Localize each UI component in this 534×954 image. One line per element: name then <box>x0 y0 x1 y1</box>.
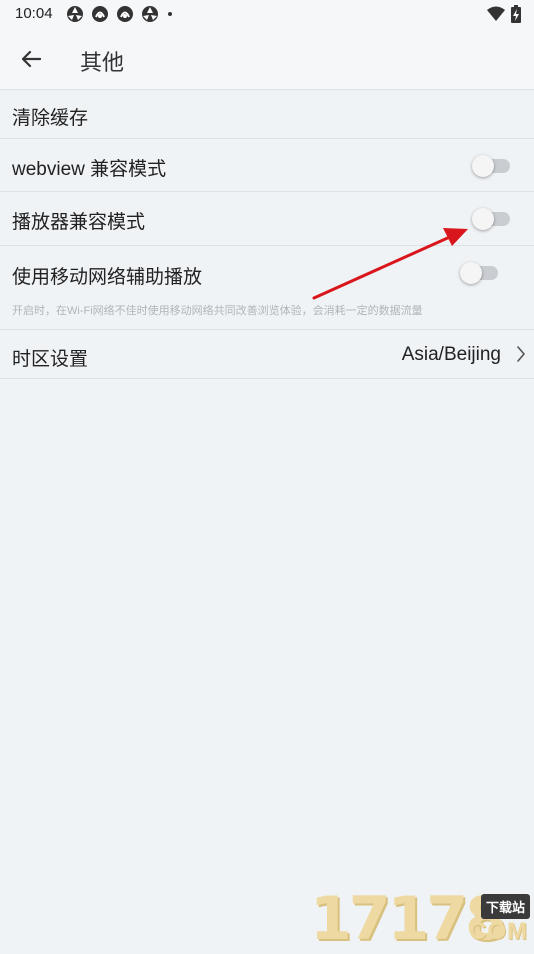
mobile-assist-description: 开启时，在Wi-Fi网络不佳时使用移动网络共同改善浏览体验，会消耗一定的数据流量 <box>12 305 423 317</box>
status-time: 10:04 <box>15 5 53 22</box>
player-compat-label: 播放器兼容模式 <box>12 212 146 233</box>
arrow-left-icon <box>21 50 41 68</box>
clear-cache-item[interactable]: 清除缓存 <box>0 90 534 139</box>
timezone-label: 时区设置 <box>12 349 89 370</box>
watermark-suffix: COM <box>469 918 528 945</box>
status-right <box>487 5 521 23</box>
wifi-icon <box>487 6 505 21</box>
mobile-assist-toggle[interactable] <box>460 262 498 284</box>
settings-list: 清除缓存 webview 兼容模式 播放器兼容模式 使用移动网络辅助播放 开启时… <box>0 90 534 379</box>
mobile-assist-label: 使用移动网络辅助播放 <box>12 267 203 288</box>
webview-compat-item: webview 兼容模式 <box>0 139 534 192</box>
player-compat-item: 播放器兼容模式 <box>0 192 534 246</box>
webview-compat-toggle[interactable] <box>472 155 510 177</box>
timezone-item[interactable]: 时区设置 Asia/Beijing <box>0 330 534 379</box>
mobile-assist-item: 使用移动网络辅助播放 开启时，在Wi-Fi网络不佳时使用移动网络共同改善浏览体验… <box>0 246 534 330</box>
notification-icons <box>66 5 174 23</box>
clear-cache-label: 清除缓存 <box>12 108 89 129</box>
back-button[interactable] <box>14 42 48 76</box>
player-compat-toggle[interactable] <box>472 208 510 230</box>
app-icon-3 <box>117 6 133 22</box>
toggle-knob <box>472 155 494 177</box>
toggle-knob <box>460 262 482 284</box>
watermark-tag: 下载站 <box>480 894 530 919</box>
status-bar: 10:04 <box>0 0 534 28</box>
app-icon-1 <box>67 6 83 22</box>
chevron-right-icon <box>517 346 525 362</box>
toggle-knob <box>472 208 494 230</box>
app-icon-2 <box>92 6 108 22</box>
app-bar: 其他 <box>0 28 534 90</box>
more-dot-icon <box>168 12 172 16</box>
timezone-value: Asia/Beijing <box>401 344 501 365</box>
webview-compat-label: webview 兼容模式 <box>12 159 167 180</box>
battery-charging-icon <box>511 5 521 23</box>
app-icon-4 <box>142 6 158 22</box>
page-title: 其他 <box>80 50 125 75</box>
watermark-logo: 17178 下载站 COM <box>308 888 534 950</box>
